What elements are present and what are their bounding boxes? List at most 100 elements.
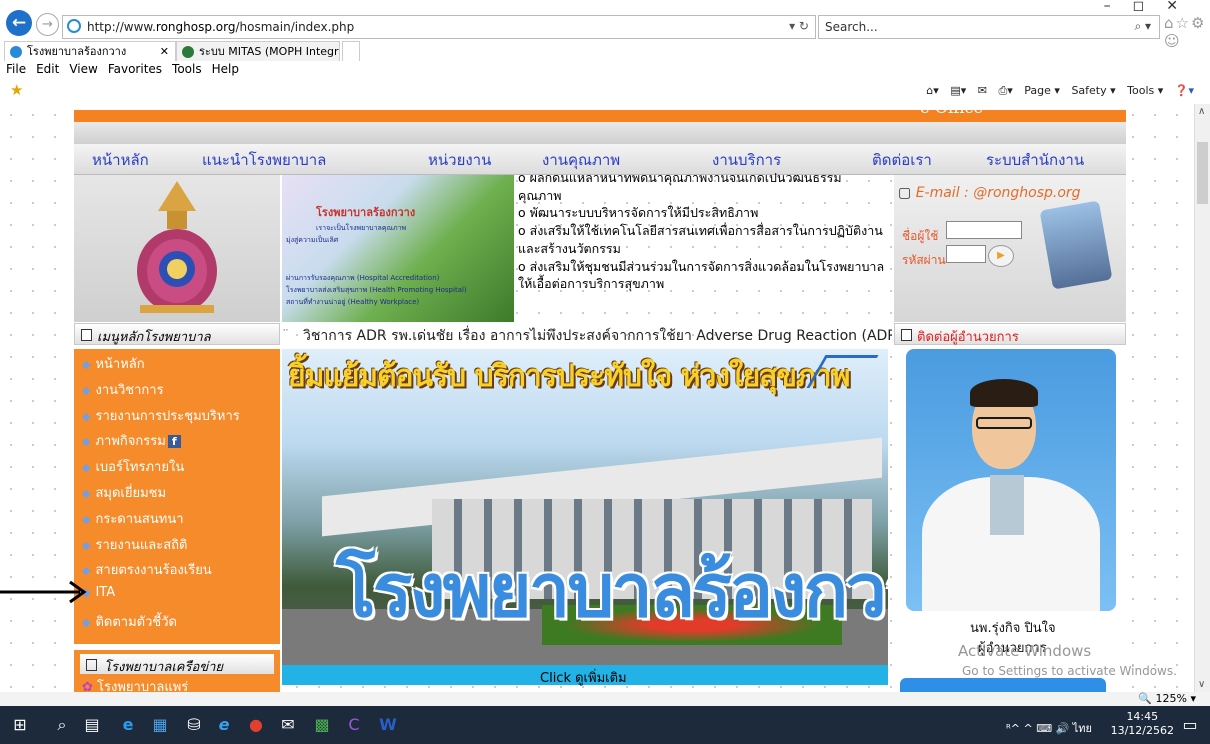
search-icon[interactable]: ⌕ ▾: [1134, 19, 1151, 34]
zoom-level[interactable]: 🔍 125% ▾: [1138, 692, 1196, 705]
search-icon[interactable]: ⌕: [52, 715, 72, 735]
scroll-thumb[interactable]: [1197, 142, 1208, 204]
blue-bottom-panel: [900, 678, 1106, 692]
address-bar[interactable]: http://www.ronghosp.org/hosmain/index.ph…: [62, 15, 816, 39]
internet-explorer-icon[interactable]: e: [214, 715, 234, 735]
close-tab-icon[interactable]: ✕: [160, 42, 169, 61]
window-controls[interactable]: –◻✕: [1104, 0, 1200, 14]
pda-icon: [1039, 200, 1113, 290]
left-menu-item-webboard[interactable]: ◆ กระดานสนทนา: [82, 508, 184, 529]
network-hospital-link[interactable]: ✿ โรงพยาบาลแพร่: [82, 676, 188, 692]
page-viewport: e-Office หน้าหลัก แนะนำโรงพยาบาล หน่วยงา…: [0, 104, 1194, 692]
app-c-icon[interactable]: C: [344, 715, 364, 735]
mail-icon[interactable]: ✉: [978, 84, 987, 97]
menu-file[interactable]: File: [6, 62, 26, 76]
forward-button[interactable]: →: [36, 13, 59, 36]
refresh-icon[interactable]: ▾ ↻: [789, 19, 809, 33]
diamond-bullet-icon: ◆: [82, 539, 91, 552]
tab-ronghosp[interactable]: โรงพยาบาลร้องกวาง ✕: [4, 41, 176, 61]
box-icon: [901, 329, 912, 341]
box-icon: [81, 329, 92, 341]
search-input[interactable]: Search... ⌕ ▾: [818, 15, 1160, 39]
help-icon[interactable]: ❓▾: [1175, 84, 1194, 97]
clock[interactable]: 14:45 13/12/2562: [1111, 710, 1174, 738]
hero-hospital-photo: ยิ้มแย้มต้อนรับ บริการประทับใจ ห่วงใยสุข…: [282, 349, 888, 665]
activate-windows-watermark: Activate Windows: [958, 642, 1092, 660]
word-icon[interactable]: W: [378, 715, 398, 735]
windows-taskbar: ⊞ ⌕ ▤ e ▦ ⛁ e ● ✉ ▩ C W ᴿ^ ^ ⌨ 🔊 ไทย 14:…: [0, 706, 1210, 744]
left-menu-item-guestbook[interactable]: ◆ สมุดเยี่ยมชม: [82, 482, 166, 503]
network-hospitals-section: โรงพยาบาลเครือข่าย ✿ โรงพยาบาลแพร่: [74, 650, 280, 692]
tab-strip: โรงพยาบาลร้องกวาง ✕ ระบบ MITAS (MOPH Int…: [0, 40, 1210, 62]
link-icon: ✿: [82, 680, 98, 692]
activate-windows-subtext: Go to Settings to activate Windows.: [962, 664, 1177, 678]
nav-about[interactable]: แนะนำโรงพยาบาล: [202, 148, 326, 172]
left-menu-item-phone[interactable]: ◆ เบอร์โทรภายใน: [82, 456, 184, 477]
click-more-bar[interactable]: Click ดูเพิ่มเติม: [282, 665, 888, 686]
excel-icon[interactable]: ▩: [312, 715, 332, 735]
new-tab-button[interactable]: [342, 41, 360, 61]
nav-office-system[interactable]: ระบบสำนักงาน: [986, 148, 1084, 172]
ie-icon: [67, 19, 81, 33]
left-menu-item-academic[interactable]: ◆ งานวิชาการ: [82, 379, 164, 400]
nav-home[interactable]: หน้าหลัก: [92, 148, 149, 172]
username-label: ชื่อผู้ใช้: [902, 229, 939, 243]
password-input[interactable]: [946, 245, 986, 263]
mail-icon[interactable]: ✉: [278, 715, 298, 735]
menu-edit[interactable]: Edit: [36, 62, 59, 76]
nav-departments[interactable]: หน่วยงาน: [428, 148, 491, 172]
email-login-box: ▢ E-mail : @ronghosp.org ชื่อผู้ใช้ รหัส…: [894, 175, 1126, 322]
tab-mitas[interactable]: ระบบ MITAS (MOPH Integrity a...: [176, 41, 340, 61]
favorites-star-icon[interactable]: ★: [10, 81, 23, 99]
left-menu-header: เมนูหลักโรงพยาบาล: [74, 323, 280, 345]
diamond-bullet-icon: ◆: [82, 435, 91, 448]
diamond-bullet-icon: ◆: [82, 384, 91, 397]
menu-favorites[interactable]: Favorites: [108, 62, 162, 76]
chrome-icon[interactable]: ●: [246, 715, 266, 735]
system-tray[interactable]: ᴿ^ ^ ⌨ 🔊 ไทย: [1006, 719, 1092, 737]
vertical-scrollbar[interactable]: ∧ ∨: [1194, 104, 1210, 692]
left-menu-item-indicators[interactable]: ◆ ติดตามตัวชี้วัด: [82, 611, 177, 632]
file-explorer-icon[interactable]: ▦: [150, 715, 170, 735]
command-bar: ★ ⌂▾ ▤▾ ✉ ⎙▾ Page ▾ Safety ▾ Tools ▾ ❓▾: [0, 80, 1210, 104]
page-menu[interactable]: Page ▾: [1024, 84, 1060, 97]
menu-help[interactable]: Help: [212, 62, 239, 76]
back-button[interactable]: ←: [6, 10, 32, 36]
left-menu-item-activities[interactable]: ◆ ภาพกิจกรรม f: [82, 430, 181, 451]
left-menu-item-statistics[interactable]: ◆ รายงานและสถิติ: [82, 534, 187, 555]
director-photo: [906, 349, 1116, 611]
print-icon[interactable]: ⎙▾: [998, 84, 1012, 97]
network-hospitals-header: โรงพยาบาลเครือข่าย: [80, 654, 274, 675]
safety-menu[interactable]: Safety ▾: [1071, 84, 1115, 97]
box-icon: [86, 659, 97, 671]
windows-start-icon[interactable]: ⊞: [10, 715, 30, 735]
password-label: รหัสผ่าน: [902, 253, 946, 267]
feeds-icon[interactable]: ▤▾: [950, 84, 966, 97]
mitas-tab-icon: [182, 46, 194, 58]
diamond-bullet-icon: ◆: [82, 410, 91, 423]
left-menu-item-meeting-reports[interactable]: ◆ รายงานการประชุมบริหาร: [82, 405, 240, 426]
home-icon[interactable]: ⌂▾: [926, 84, 939, 97]
left-menu-item-home[interactable]: ◆ หน้าหลัก: [82, 353, 145, 374]
notification-icon[interactable]: ▭: [1180, 715, 1200, 735]
hospital-banner-image: โรงพยาบาลร้องกวาง เราจะเป็นโรงพยาบาลคุณภ…: [282, 175, 514, 322]
diamond-bullet-icon: ◆: [82, 358, 91, 371]
username-input[interactable]: [946, 221, 1022, 239]
edge-icon[interactable]: e: [118, 715, 138, 735]
scroll-up-icon[interactable]: ∧: [1198, 106, 1205, 117]
scroll-down-icon[interactable]: ∨: [1198, 679, 1205, 690]
news-marquee[interactable]: ¨ วิชาการ ADR รพ.เด่นชัย เรื่อง อาการไม่พ…: [282, 325, 892, 347]
menu-tools[interactable]: Tools: [172, 62, 202, 76]
header-gray-band: [74, 122, 1126, 144]
tools-menu[interactable]: Tools ▾: [1127, 84, 1163, 97]
task-view-icon[interactable]: ▤: [82, 715, 102, 735]
eoffice-label[interactable]: e-Office: [920, 104, 1080, 120]
login-go-button[interactable]: ▶: [988, 245, 1014, 267]
menu-view[interactable]: View: [69, 62, 97, 76]
diamond-bullet-icon: ◆: [82, 616, 91, 629]
director-header: ติดต่อผู้อำนวยการ: [894, 323, 1126, 345]
url-text: http://www.ronghosp.org/hosmain/index.ph…: [87, 20, 355, 34]
facebook-icon[interactable]: f: [167, 435, 181, 448]
store-icon[interactable]: ⛁: [184, 715, 204, 735]
left-menu-item-complaints[interactable]: ◆ สายตรงงานร้องเรียน: [82, 559, 212, 580]
